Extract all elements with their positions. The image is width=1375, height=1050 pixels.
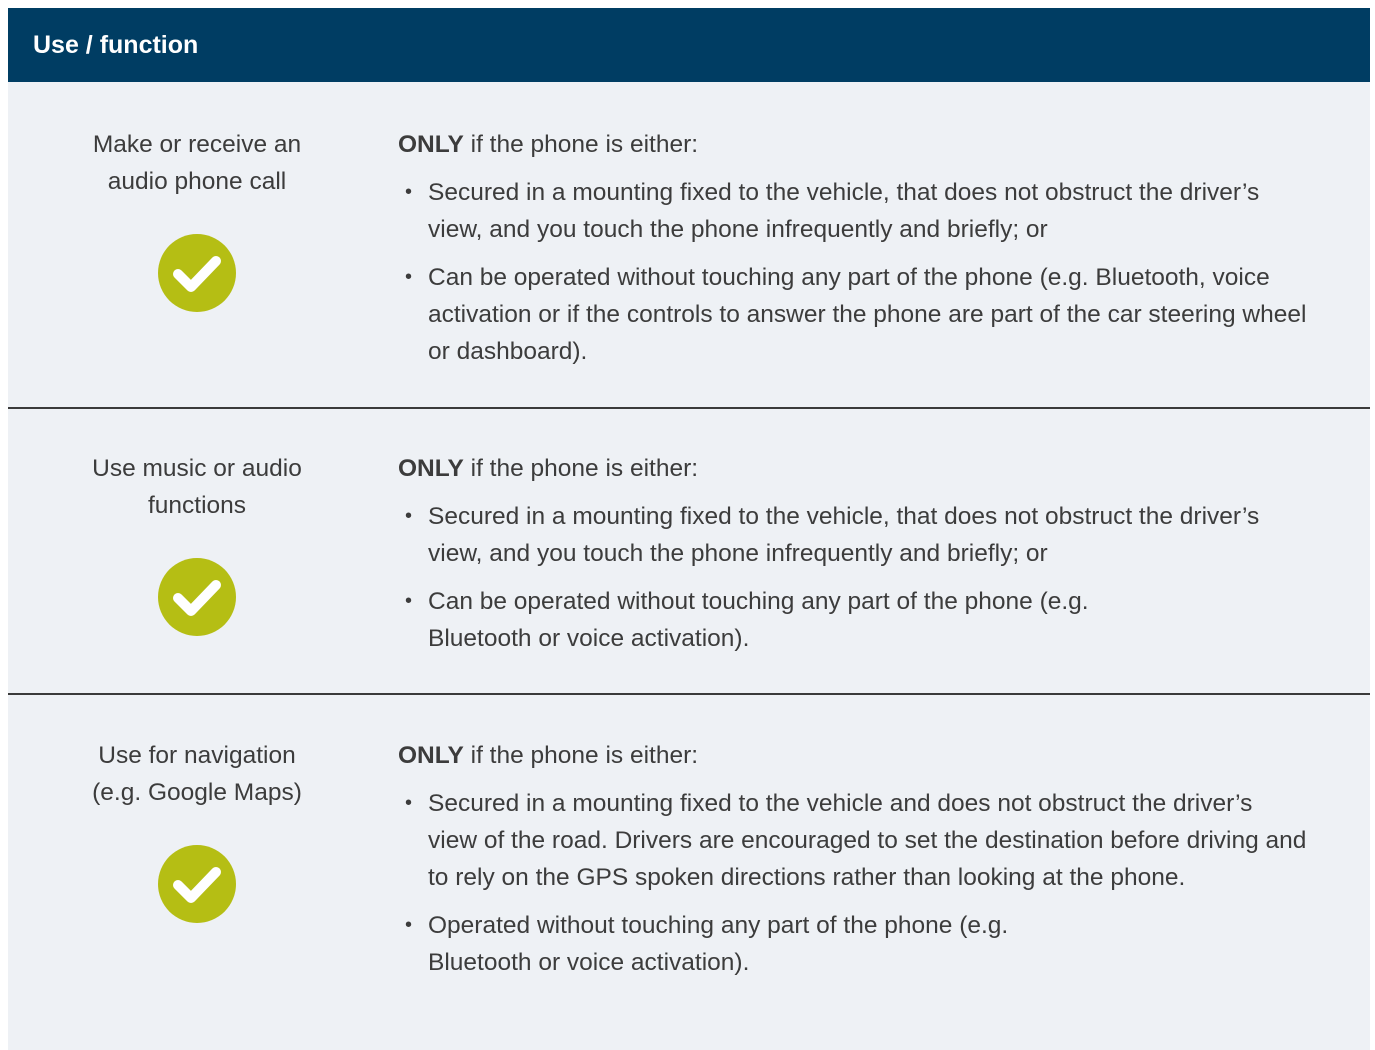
check-circle-icon bbox=[158, 558, 236, 636]
table-row: Use for navigation (e.g. Google Maps) ON… bbox=[8, 695, 1370, 1050]
condition-intro: ONLY if the phone is either: bbox=[398, 126, 1328, 163]
only-label: ONLY bbox=[398, 131, 464, 158]
function-cell: Make or receive an audio phone call bbox=[8, 126, 386, 312]
condition-list: Secured in a mounting fixed to the vehic… bbox=[398, 498, 1328, 657]
condition-list: Secured in a mounting fixed to the vehic… bbox=[398, 785, 1328, 981]
condition-cell: ONLY if the phone is either: Secured in … bbox=[398, 126, 1328, 381]
condition-intro: ONLY if the phone is either: bbox=[398, 737, 1328, 774]
check-circle-icon bbox=[158, 234, 236, 312]
condition-cell: ONLY if the phone is either: Secured in … bbox=[398, 737, 1328, 992]
intro-text: if the phone is either: bbox=[463, 131, 699, 158]
condition-item: Can be operated without touching any par… bbox=[398, 259, 1308, 370]
condition-item: Secured in a mounting fixed to the vehic… bbox=[398, 498, 1278, 572]
function-label: Make or receive an audio phone call bbox=[92, 131, 302, 195]
phone-use-table: Use / function Make or receive an audio … bbox=[8, 8, 1370, 1050]
condition-item: Secured in a mounting fixed to the vehic… bbox=[398, 785, 1308, 896]
function-cell: Use music or audio functions bbox=[8, 450, 386, 636]
intro-text: if the phone is either: bbox=[463, 455, 699, 482]
condition-intro: ONLY if the phone is either: bbox=[398, 450, 1328, 487]
only-label: ONLY bbox=[398, 455, 464, 482]
condition-item: Can be operated without touching any par… bbox=[398, 583, 1138, 657]
check-circle-icon bbox=[158, 845, 236, 923]
condition-cell: ONLY if the phone is either: Secured in … bbox=[398, 450, 1328, 668]
function-label: Use music or audio functions bbox=[92, 455, 302, 519]
condition-item: Secured in a mounting fixed to the vehic… bbox=[398, 174, 1268, 248]
header-title: Use / function bbox=[33, 30, 199, 59]
function-cell: Use for navigation (e.g. Google Maps) bbox=[8, 737, 386, 923]
condition-item: Operated without touching any part of th… bbox=[398, 907, 1058, 981]
table-row: Use music or audio functions ONLY if the… bbox=[8, 409, 1370, 693]
function-label: Use for navigation (e.g. Google Maps) bbox=[92, 742, 302, 806]
condition-list: Secured in a mounting fixed to the vehic… bbox=[398, 174, 1328, 370]
table-header: Use / function bbox=[8, 8, 1370, 82]
only-label: ONLY bbox=[398, 742, 464, 769]
intro-text: if the phone is either: bbox=[463, 742, 699, 769]
table-row: Make or receive an audio phone call ONLY… bbox=[8, 82, 1370, 407]
